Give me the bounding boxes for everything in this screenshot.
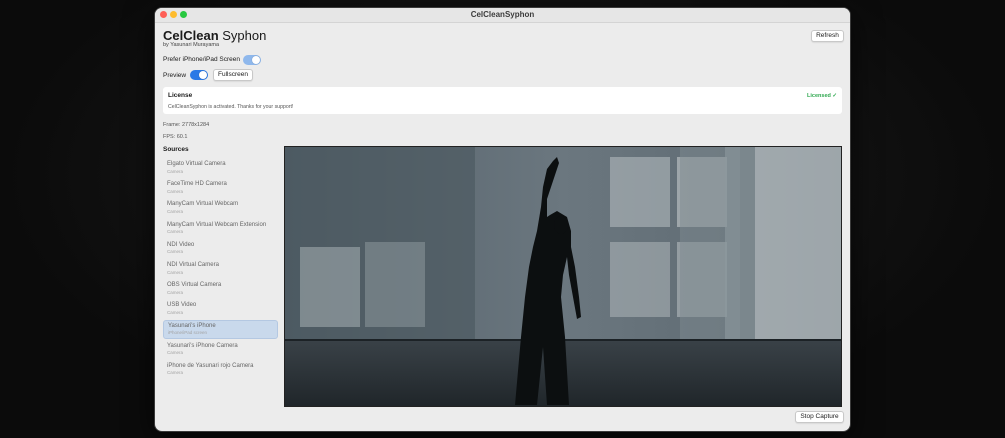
source-type: Camera — [167, 168, 184, 174]
source-type: Camera — [167, 370, 184, 376]
source-name: USB Video — [167, 302, 197, 309]
sources-list: Elgato Virtual Camera Camera FaceTime HD C… — [163, 158, 278, 380]
app-title-rest: Syphon — [222, 28, 267, 43]
source-item[interactable]: Yasunari's iPhone Camera Camera — [163, 340, 278, 359]
toggle-knob — [252, 56, 260, 64]
source-type: Camera — [167, 208, 184, 214]
source-name: FaceTime HD Camera — [167, 181, 227, 188]
stop-capture-button[interactable]: Stop Capture — [795, 411, 844, 423]
source-type: Camera — [167, 350, 184, 356]
source-item[interactable]: NDI Virtual Camera Camera — [163, 259, 278, 278]
title-bar: CelCleanSyphon — [155, 8, 850, 23]
source-name: iPhone de Yasunari rojo Camera — [167, 362, 254, 369]
source-name: NDI Virtual Camera — [167, 262, 219, 269]
source-type: Camera — [167, 309, 184, 315]
preview-label: Preview — [163, 72, 187, 79]
license-title: License — [168, 92, 193, 99]
license-card: License CelCleanSyphon is activated. Tha… — [163, 87, 842, 114]
source-name: Yasunari's iPhone — [168, 322, 216, 329]
source-name: ManyCam Virtual Webcam — [167, 201, 239, 208]
video-preview — [284, 146, 842, 407]
source-name: NDI Video — [167, 241, 195, 248]
source-item[interactable]: USB Video Camera — [163, 299, 278, 318]
prefer-iphone-toggle[interactable] — [243, 55, 261, 65]
source-item[interactable]: Yasunari's iPhone iPhone/iPad screen — [163, 319, 278, 339]
preview-toggle[interactable] — [190, 70, 208, 80]
sources-heading: Sources — [163, 146, 189, 153]
prefer-iphone-label: Prefer iPhone/iPad Screen — [163, 56, 240, 63]
source-type: Camera — [167, 269, 184, 275]
fullscreen-button[interactable]: Fullscreen — [213, 69, 253, 81]
source-item[interactable]: ManyCam Virtual Webcam Camera — [163, 198, 278, 217]
source-type: Camera — [167, 188, 184, 194]
app-title-bold: CelClean — [163, 28, 219, 43]
byline: by Yasunari Murayama — [163, 42, 220, 48]
source-item[interactable]: Elgato Virtual Camera Camera — [163, 158, 278, 177]
source-item[interactable]: FaceTime HD Camera Camera — [163, 178, 278, 197]
source-item[interactable]: OBS Virtual Camera Camera — [163, 279, 278, 298]
window-title: CelCleanSyphon — [470, 10, 535, 19]
app-title: CelClean Syphon — [163, 28, 266, 43]
frame-size-text: Frame: 2778x1284 — [163, 122, 210, 128]
source-item[interactable]: NDI Video Camera — [163, 239, 278, 258]
fps-text: FPS: 60.1 — [163, 134, 188, 140]
source-name: ManyCam Virtual Webcam Extension — [167, 221, 267, 228]
preview-image — [285, 147, 841, 406]
license-status-badge: Licensed ✓ — [807, 93, 837, 99]
refresh-button[interactable]: Refresh — [811, 30, 844, 42]
source-name: OBS Virtual Camera — [167, 282, 222, 289]
source-name: Yasunari's iPhone Camera — [167, 342, 238, 349]
source-type: Camera — [167, 249, 184, 255]
source-name: Elgato Virtual Camera — [167, 161, 226, 168]
toggle-knob — [199, 71, 207, 79]
license-message: CelCleanSyphon is activated. Thanks for … — [168, 104, 294, 110]
source-item[interactable]: ManyCam Virtual Webcam Extension Camera — [163, 219, 278, 238]
source-type: iPhone/iPad screen — [168, 330, 208, 336]
app-window: CelCleanSyphon CelClean Syphon by Yasuna… — [155, 8, 850, 431]
source-type: Camera — [167, 289, 184, 295]
source-type: Camera — [167, 229, 184, 235]
source-item[interactable]: iPhone de Yasunari rojo Camera Camera — [163, 360, 278, 379]
